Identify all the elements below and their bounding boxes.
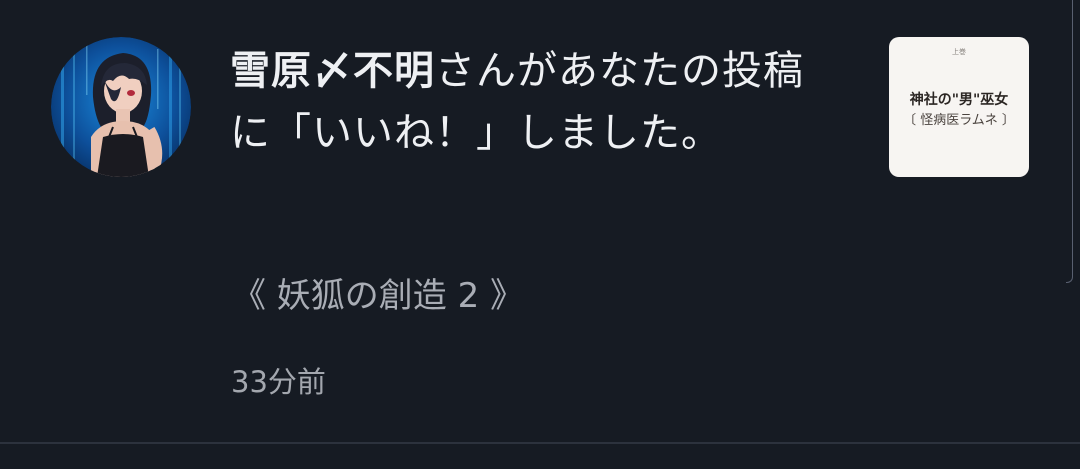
thumbnail-subtitle: 〔 怪病医ラムネ 〕 [903, 113, 1015, 128]
avatar[interactable] [51, 37, 191, 177]
post-thumbnail[interactable]: 上巻 神社の"男"巫女 〔 怪病医ラムネ 〕 [889, 37, 1029, 177]
divider [0, 442, 1080, 444]
timestamp: 33分前 [231, 365, 326, 399]
username[interactable]: 雪原〆不明 [230, 48, 435, 94]
like-notification[interactable]: 雪原〆不明さんがあなたの投稿に「いいね！」しました。 《 妖狐の創造 2 》 3… [0, 0, 1080, 443]
scroll-indicator [1066, 0, 1073, 283]
post-title[interactable]: 《 妖狐の創造 2 》 [232, 272, 524, 320]
thumbnail-title: 神社の"男"巫女 [909, 92, 1009, 108]
notification-message: 雪原〆不明さんがあなたの投稿に「いいね！」しました。 [230, 40, 820, 164]
thumbnail-top-text: 上巻 [952, 48, 966, 56]
